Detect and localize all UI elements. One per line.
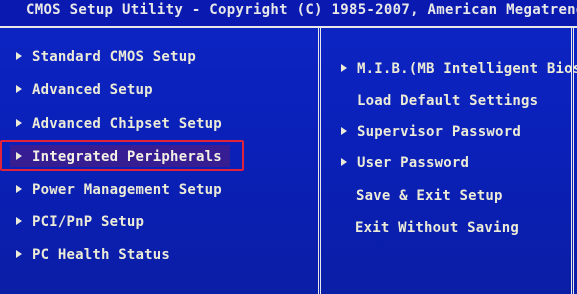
triangle-right-icon — [16, 119, 22, 127]
triangle-right-icon — [341, 127, 347, 135]
menu-item-load-default-settings[interactable]: Load Default Settings — [357, 89, 538, 113]
menu-item-mib[interactable]: M.I.B.(MB Intelligent Bios) — [341, 57, 577, 81]
menu-item-label: User Password — [357, 155, 470, 171]
menu-item-label: Supervisor Password — [357, 124, 521, 140]
menu-item-label: M.I.B.(MB Intelligent Bios) — [357, 61, 577, 77]
title-bar: CMOS Setup Utility - Copyright (C) 1985-… — [0, 0, 577, 28]
menu-item-label: Exit Without Saving — [355, 220, 519, 236]
menu-item-label: PCI/PnP Setup — [32, 214, 145, 230]
triangle-right-icon — [16, 152, 22, 160]
menu-item-label: Integrated Peripherals — [32, 149, 222, 165]
menu-item-integrated-peripherals[interactable]: Integrated Peripherals — [16, 145, 222, 169]
menu-item-advanced-chipset-setup[interactable]: Advanced Chipset Setup — [16, 112, 222, 136]
triangle-right-icon — [16, 250, 22, 258]
triangle-right-icon — [16, 85, 22, 93]
menu-item-label: Standard CMOS Setup — [32, 49, 196, 65]
title-text: CMOS Setup Utility - Copyright (C) 1985-… — [26, 2, 577, 18]
menu-item-save-exit-setup[interactable]: Save & Exit Setup — [356, 184, 503, 208]
menu-item-label: Advanced Chipset Setup — [32, 116, 222, 132]
menu-item-exit-without-saving[interactable]: Exit Without Saving — [355, 216, 519, 240]
menu-item-power-management-setup[interactable]: Power Management Setup — [16, 178, 222, 202]
menu-item-user-password[interactable]: User Password — [341, 151, 469, 175]
menu-item-standard-cmos-setup[interactable]: Standard CMOS Setup — [16, 45, 196, 69]
menu-item-label: Save & Exit Setup — [356, 188, 503, 204]
menu-item-pc-health-status[interactable]: PC Health Status — [16, 243, 170, 267]
menu-item-advanced-setup[interactable]: Advanced Setup — [16, 78, 153, 102]
triangle-right-icon — [341, 64, 347, 72]
menu-item-label: PC Health Status — [32, 247, 171, 263]
menu-item-label: Load Default Settings — [357, 93, 539, 109]
menu-item-label: Advanced Setup — [32, 82, 153, 98]
menu-item-label: Power Management Setup — [32, 182, 222, 198]
triangle-right-icon — [16, 185, 22, 193]
menu-item-pci-pnp-setup[interactable]: PCI/PnP Setup — [16, 210, 144, 234]
menu-item-supervisor-password[interactable]: Supervisor Password — [341, 120, 521, 144]
triangle-right-icon — [16, 52, 22, 60]
triangle-right-icon — [341, 158, 347, 166]
bios-screen: CMOS Setup Utility - Copyright (C) 1985-… — [0, 0, 577, 294]
column-divider — [318, 28, 321, 294]
triangle-right-icon — [16, 217, 22, 225]
